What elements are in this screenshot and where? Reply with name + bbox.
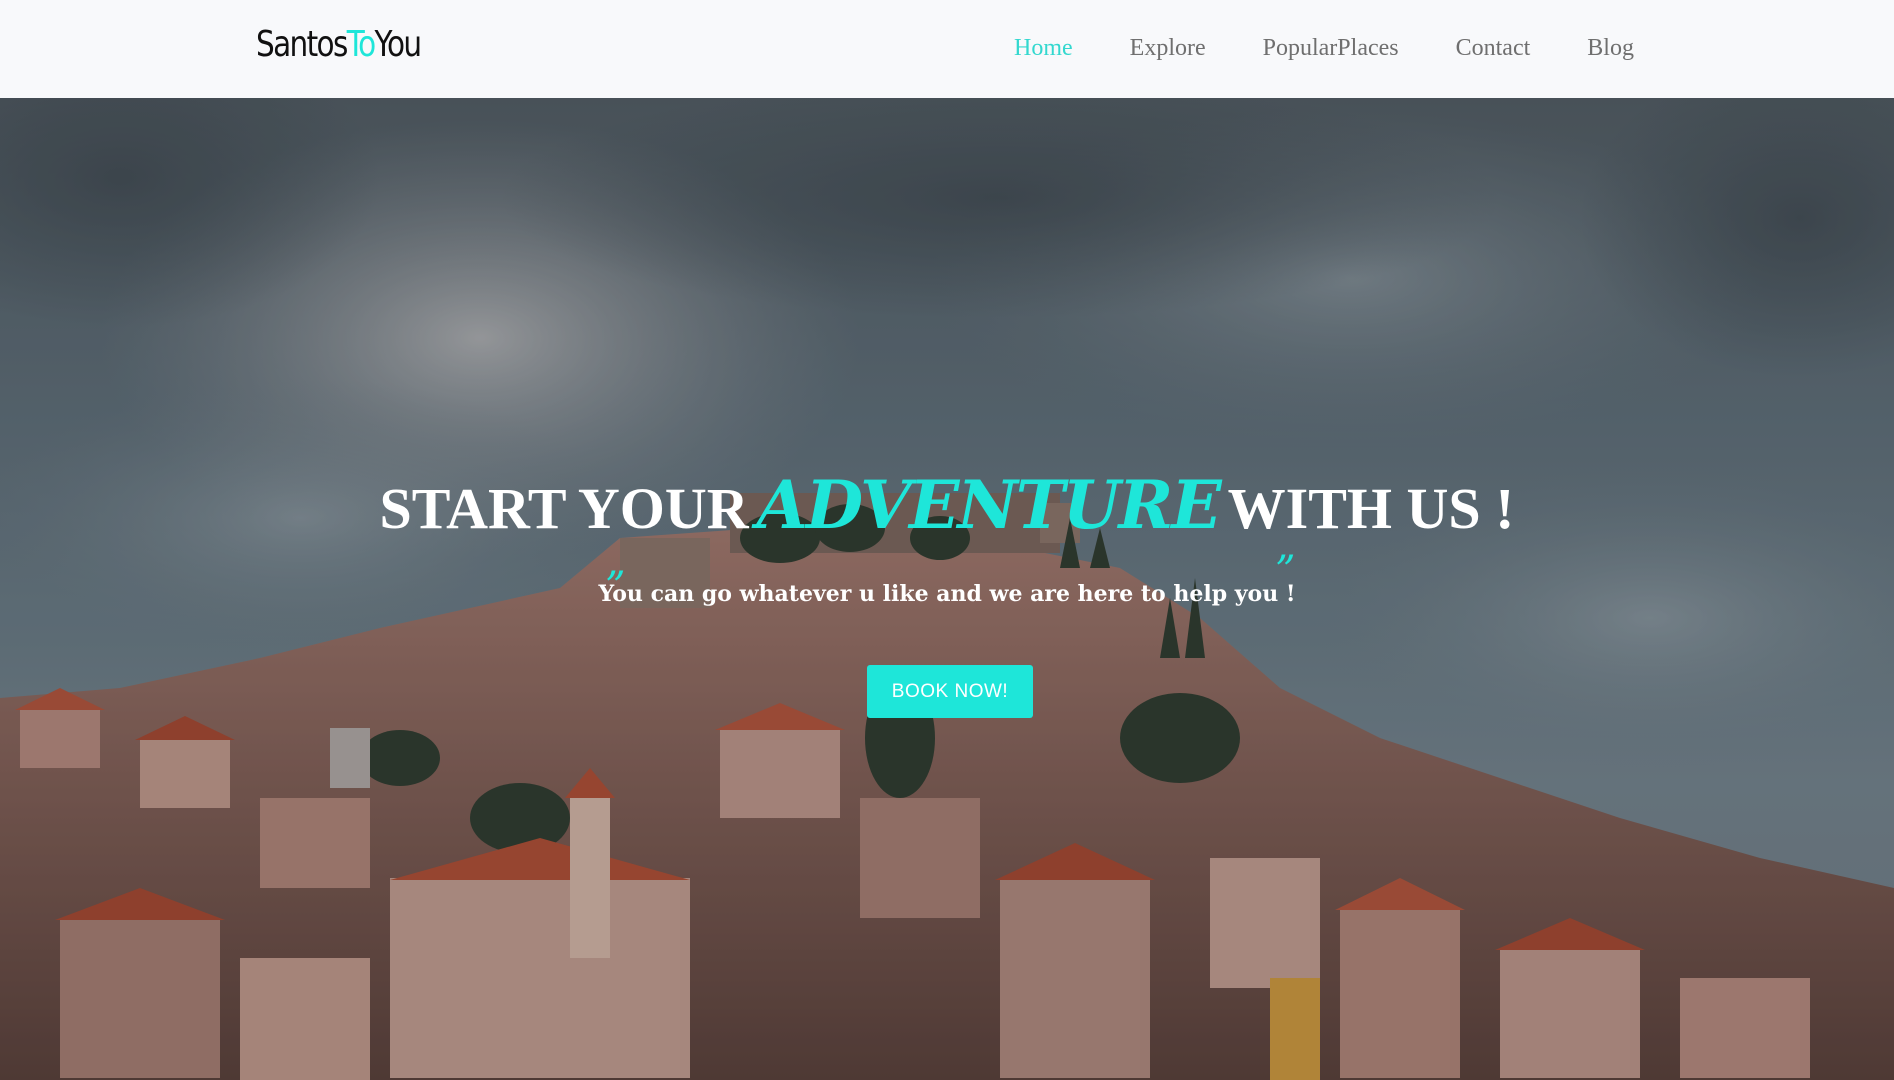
headline-start: START YOUR [379,476,749,541]
logo-text-part2: You [374,24,423,65]
headline-accent: ADVENTURE [756,466,1222,544]
logo-text-part1: Santos [256,24,348,65]
nav-link-home[interactable]: Home [1014,35,1073,62]
top-navbar: SantosToYou Home Explore PopularPlaces C… [0,0,1894,98]
nav-link-explore[interactable]: Explore [1130,35,1206,62]
brand-logo[interactable]: SantosToYou [256,24,423,65]
book-now-button[interactable]: BOOK NOW! [867,665,1033,718]
hero-subtitle: You can go whatever u like and we are he… [598,581,1296,607]
nav-link-blog[interactable]: Blog [1587,35,1634,62]
nav-link-popular-places[interactable]: PopularPlaces [1263,35,1399,62]
logo-text-accent: To [346,24,376,65]
nav-link-contact[interactable]: Contact [1456,35,1531,62]
hero-headline: START YOUR ADVENTURE WITH US ! [0,466,1894,544]
hero-section: START YOUR ADVENTURE WITH US ! ” ” You can… [0,98,1894,1080]
headline-end: WITH US ! [1227,476,1515,541]
main-nav: Home Explore PopularPlaces Contact Blog [1014,30,1634,66]
